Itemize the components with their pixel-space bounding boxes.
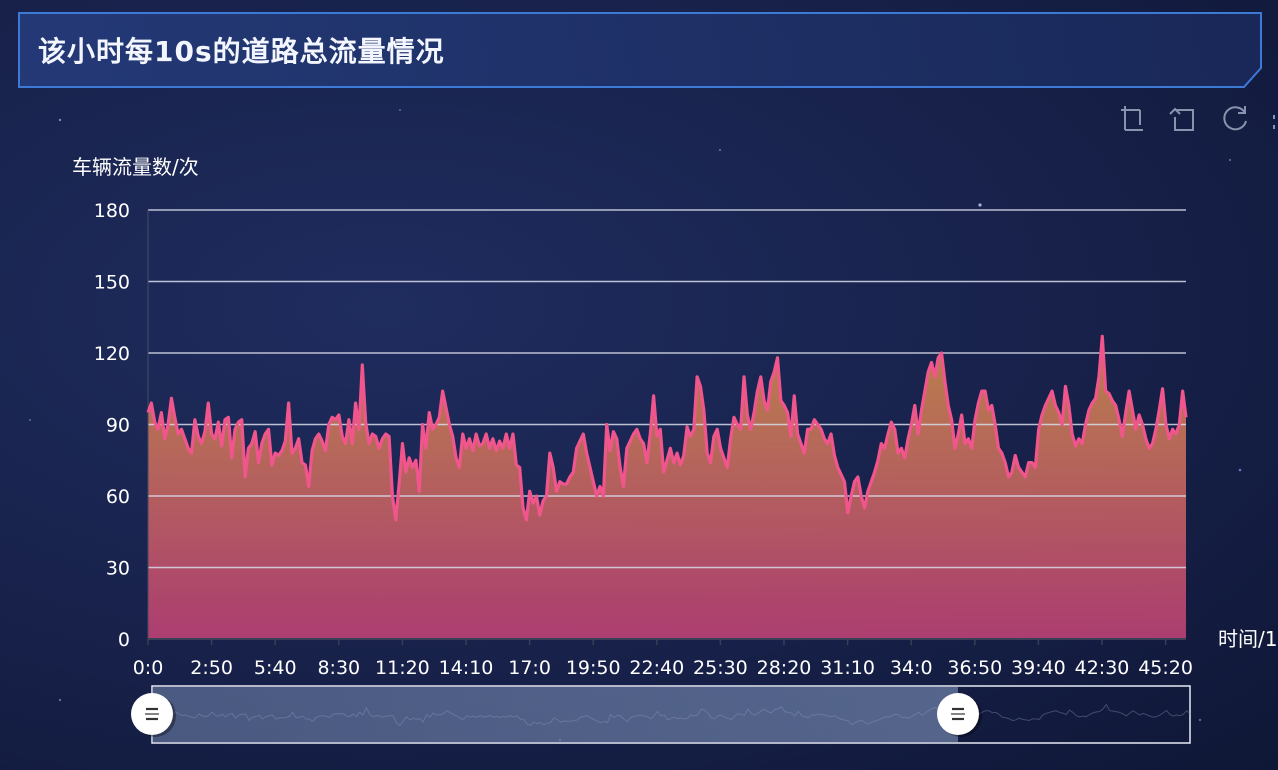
x-tick-label: 39:40	[1011, 657, 1066, 679]
x-tick-label: 0:0	[133, 657, 164, 679]
x-tick-label: 17:0	[508, 657, 551, 679]
area-chart: 0 30 60 90 120 150 180 0:0 2:50 5:40 8:30 11:20 14:1…	[72, 155, 1277, 744]
x-tick-label: 14:10	[439, 657, 494, 679]
y-tick-label: 180	[94, 200, 130, 222]
x-tick-label: 22:40	[629, 657, 684, 679]
x-tick-label: 8:30	[317, 657, 360, 679]
x-tick-label: 2:50	[190, 657, 233, 679]
x-tick-label: 42:30	[1075, 657, 1130, 679]
series-area	[148, 336, 1186, 639]
x-axis-title: 时间/1	[1218, 627, 1277, 651]
x-tick-label: 45:20	[1138, 657, 1193, 679]
x-tick-label: 5:40	[254, 657, 297, 679]
y-tick-label: 150	[94, 272, 130, 294]
x-tick-label: 31:10	[820, 657, 875, 679]
y-tick-label: 0	[118, 629, 130, 651]
y-tick-label: 90	[106, 415, 130, 437]
x-tick-label: 25:30	[693, 657, 748, 679]
x-tick-label: 36:50	[947, 657, 1002, 679]
x-tick-label: 19:50	[566, 657, 621, 679]
x-tick-label: 34:0	[890, 657, 933, 679]
x-tick-label: 11:20	[375, 657, 430, 679]
y-axis-title: 车辆流量数/次	[72, 155, 199, 179]
y-tick-label: 30	[106, 558, 130, 580]
datazoom-selected-range[interactable]	[152, 687, 958, 742]
y-tick-label: 120	[94, 343, 130, 365]
y-tick-label: 60	[106, 486, 130, 508]
x-tick-label: 28:20	[757, 657, 812, 679]
